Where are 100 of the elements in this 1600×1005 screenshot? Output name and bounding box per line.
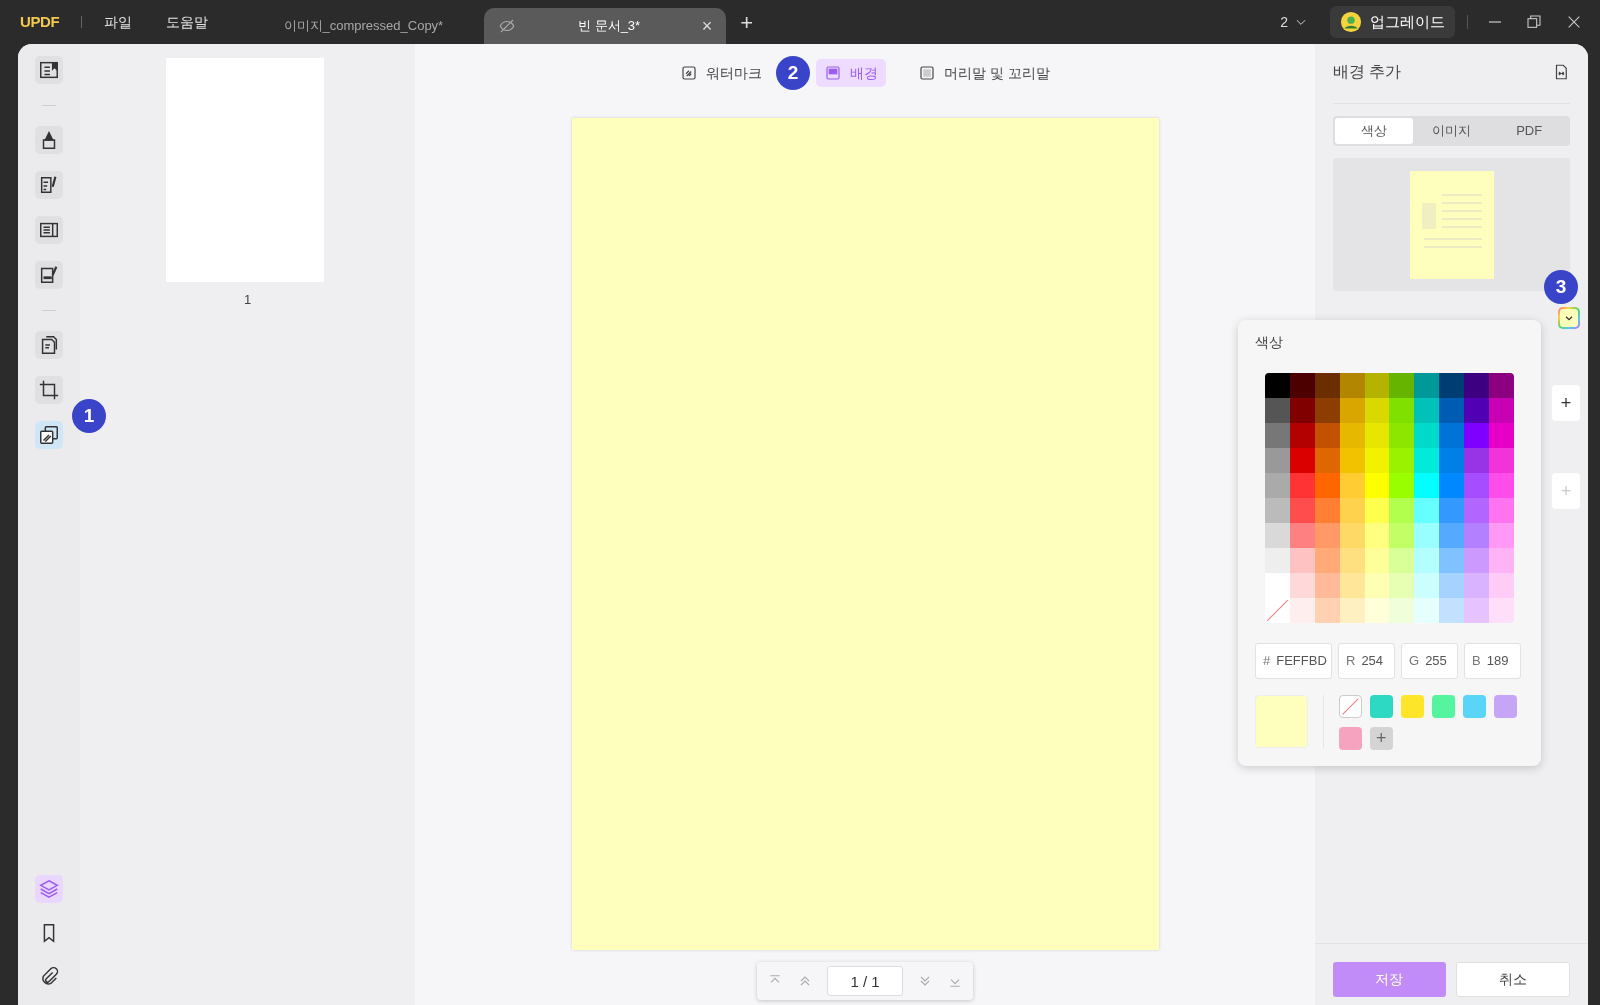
- color-value-field[interactable]: G 255: [1401, 643, 1458, 679]
- color-swatch[interactable]: [1489, 598, 1514, 623]
- color-swatch[interactable]: [1414, 448, 1440, 473]
- color-swatch[interactable]: [1464, 573, 1490, 598]
- source-tab[interactable]: 색상: [1335, 118, 1413, 144]
- color-swatch[interactable]: [1414, 473, 1440, 498]
- color-swatch[interactable]: [1289, 398, 1315, 423]
- color-swatch[interactable]: [1289, 373, 1315, 398]
- page-number-field[interactable]: 1 / 1: [827, 966, 903, 996]
- color-value-field[interactable]: B 189: [1464, 643, 1521, 679]
- color-swatch[interactable]: [1439, 423, 1465, 448]
- page-count-dropdown[interactable]: 2: [1280, 11, 1308, 33]
- color-swatch[interactable]: [1464, 523, 1490, 548]
- menu-item[interactable]: 파일: [104, 11, 133, 33]
- color-swatch[interactable]: [1339, 473, 1365, 498]
- color-swatch[interactable]: [1389, 448, 1415, 473]
- color-picker-button[interactable]: [1558, 307, 1580, 329]
- color-swatch[interactable]: [1289, 548, 1315, 573]
- color-swatch[interactable]: [1314, 498, 1340, 523]
- color-swatch[interactable]: [1314, 448, 1340, 473]
- color-swatch[interactable]: [1464, 373, 1490, 398]
- reader-icon[interactable]: [38, 59, 60, 81]
- color-swatch[interactable]: [1339, 373, 1365, 398]
- color-swatch[interactable]: [1414, 523, 1440, 548]
- fill-sign-icon[interactable]: [38, 264, 60, 286]
- color-swatch[interactable]: [1414, 548, 1440, 573]
- color-swatch[interactable]: [1414, 498, 1440, 523]
- color-swatch[interactable]: [1464, 423, 1490, 448]
- color-swatch[interactable]: [1314, 573, 1340, 598]
- recent-color-swatch[interactable]: [1338, 695, 1362, 718]
- color-swatch[interactable]: [1289, 423, 1315, 448]
- color-swatch[interactable]: [1314, 598, 1340, 623]
- restore-icon[interactable]: [1526, 14, 1542, 30]
- color-swatch[interactable]: [1414, 598, 1440, 623]
- color-swatch[interactable]: [1489, 423, 1514, 448]
- recent-color-swatch[interactable]: [1369, 695, 1393, 718]
- color-swatch[interactable]: [1265, 373, 1290, 398]
- color-swatch[interactable]: [1339, 548, 1365, 573]
- color-swatch[interactable]: [1265, 548, 1290, 573]
- color-swatch[interactable]: [1389, 373, 1415, 398]
- recent-color-swatch[interactable]: [1493, 695, 1517, 718]
- color-swatch[interactable]: [1439, 548, 1465, 573]
- color-swatch[interactable]: [1339, 448, 1365, 473]
- color-swatch[interactable]: [1265, 573, 1290, 598]
- color-swatch[interactable]: [1339, 523, 1365, 548]
- color-swatch[interactable]: [1289, 473, 1315, 498]
- color-swatch[interactable]: [1364, 373, 1390, 398]
- source-tab[interactable]: PDF: [1490, 118, 1568, 144]
- color-value-field[interactable]: # FEFFBD: [1255, 643, 1332, 679]
- layered-pages-icon[interactable]: [38, 424, 60, 446]
- color-swatch[interactable]: [1389, 548, 1415, 573]
- color-swatch[interactable]: [1414, 398, 1440, 423]
- color-swatch[interactable]: [1389, 598, 1415, 623]
- layers-icon[interactable]: [38, 878, 60, 900]
- color-swatch[interactable]: [1364, 548, 1390, 573]
- color-swatch[interactable]: [1389, 398, 1415, 423]
- color-swatch[interactable]: [1265, 423, 1290, 448]
- source-tab[interactable]: 이미지: [1412, 118, 1491, 144]
- color-swatch[interactable]: [1489, 523, 1514, 548]
- color-swatch[interactable]: [1364, 473, 1390, 498]
- color-swatch[interactable]: [1489, 373, 1514, 398]
- color-swatch[interactable]: [1289, 523, 1315, 548]
- color-swatch[interactable]: [1289, 573, 1315, 598]
- menu-item[interactable]: 도움말: [166, 11, 209, 33]
- color-swatch[interactable]: [1489, 398, 1514, 423]
- color-swatch[interactable]: [1439, 373, 1465, 398]
- add-color-button[interactable]: +: [1369, 727, 1393, 750]
- color-swatch[interactable]: [1314, 548, 1340, 573]
- color-swatch[interactable]: [1439, 448, 1465, 473]
- crop-icon[interactable]: [38, 379, 60, 401]
- watermark-tool-button[interactable]: 워터마크: [672, 59, 771, 87]
- color-swatch[interactable]: [1464, 498, 1490, 523]
- color-swatch[interactable]: [1439, 398, 1465, 423]
- color-swatch[interactable]: [1464, 398, 1490, 423]
- color-swatch[interactable]: [1364, 598, 1390, 623]
- upgrade-button[interactable]: 업그레이드: [1330, 6, 1455, 38]
- color-swatch[interactable]: [1364, 423, 1390, 448]
- recent-color-swatch[interactable]: [1431, 695, 1455, 718]
- color-swatch[interactable]: [1364, 523, 1390, 548]
- color-swatch[interactable]: [1265, 448, 1290, 473]
- color-swatch[interactable]: [1414, 573, 1440, 598]
- add-button[interactable]: +: [1552, 385, 1580, 421]
- color-value-field[interactable]: R 254: [1338, 643, 1395, 679]
- color-swatch[interactable]: [1414, 423, 1440, 448]
- color-swatch[interactable]: [1265, 523, 1290, 548]
- color-swatch[interactable]: [1265, 398, 1290, 423]
- cancel-button[interactable]: 취소: [1455, 962, 1570, 997]
- color-swatch[interactable]: [1314, 423, 1340, 448]
- color-swatch[interactable]: [1464, 598, 1490, 623]
- color-swatch[interactable]: [1339, 423, 1365, 448]
- color-swatch[interactable]: [1265, 498, 1290, 523]
- color-swatch[interactable]: [1439, 598, 1465, 623]
- color-swatch[interactable]: [1389, 523, 1415, 548]
- color-swatch[interactable]: [1314, 373, 1340, 398]
- color-swatch[interactable]: [1389, 473, 1415, 498]
- color-swatch[interactable]: [1364, 573, 1390, 598]
- recent-color-swatch[interactable]: [1400, 695, 1424, 718]
- recent-color-swatch[interactable]: [1462, 695, 1486, 718]
- color-swatch[interactable]: [1439, 498, 1465, 523]
- new-tab-button[interactable]: +: [740, 5, 754, 39]
